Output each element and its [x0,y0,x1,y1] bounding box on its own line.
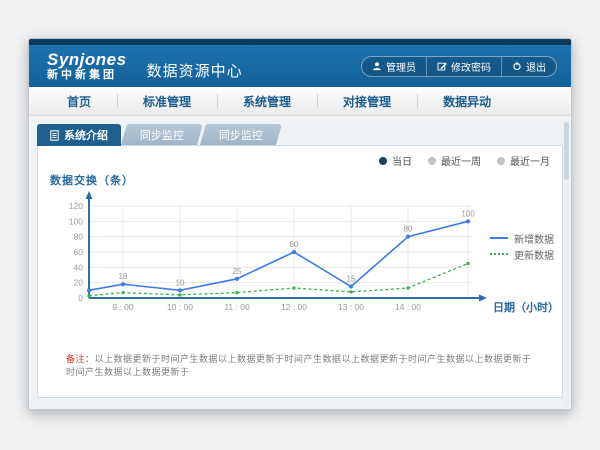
user-menu-item-1[interactable]: 修改密码 [426,57,501,76]
vertical-scrollbar[interactable] [563,117,570,407]
svg-text:10: 10 [176,278,185,287]
svg-text:9 : 00: 9 : 00 [112,302,134,312]
svg-text:12 : 00: 12 : 00 [281,302,307,312]
svg-text:13 : 00: 13 : 00 [338,302,364,312]
legend-item-0[interactable]: 新增数据 [490,230,554,246]
user-menu-item-2[interactable]: 退出 [501,57,556,76]
user-icon [372,61,382,71]
edit-icon [437,61,447,71]
svg-text:80: 80 [404,225,413,234]
brand-logo: Synjones 新中新集团 [47,51,127,81]
tab-1[interactable]: 同步监控 [121,124,203,145]
svg-text:100: 100 [69,216,83,226]
line-chart: 0 20 40 60 80 100 120 9 : 00 10 : 00 11 : 00 12 : … [38,186,558,321]
svg-text:100: 100 [461,209,475,218]
svg-text:日期（小时）: 日期（小时） [493,300,558,314]
svg-text:10 : 00: 10 : 00 [167,302,193,312]
page-title: 数据资源中心 [147,60,243,81]
svg-text:40: 40 [74,262,84,272]
nav-item-3[interactable]: 对接管理 [317,87,417,115]
svg-text:20: 20 [74,278,84,288]
radio-0[interactable]: 当日 [379,153,412,168]
svg-text:60: 60 [74,247,84,257]
radio-2[interactable]: 最近一月 [497,153,550,168]
content-area: 系统介绍同步监控同步监控 当日最近一周最近一月 数据交换（条） 02040608… [29,116,571,410]
radio-1[interactable]: 最近一周 [428,153,481,168]
svg-text:18: 18 [119,272,128,281]
tab-0[interactable]: 系统介绍 [37,124,121,146]
svg-text:15: 15 [347,275,356,284]
footer-note: 备注：以上数据更新于时间产生数据以上数据更新于时间产生数据以上数据更新于时间产生… [66,352,538,378]
nav-item-0[interactable]: 首页 [41,87,117,115]
legend-swatch [490,237,508,239]
radio-dot [497,157,505,165]
tab-bar: 系统介绍同步监控同步监控 [37,124,563,145]
radio-dot [379,157,387,165]
brand-name: Synjones [47,51,127,68]
app-window: Synjones 新中新集团 数据资源中心 管理员修改密码退出 首页标准管理系统… [28,38,572,410]
nav-item-1[interactable]: 标准管理 [117,87,217,115]
legend-item-1[interactable]: 更新数据 [490,246,554,262]
doc-icon [50,130,59,141]
svg-text:120: 120 [69,201,83,211]
tab-2[interactable]: 同步监控 [200,124,282,145]
user-menu: 管理员修改密码退出 [361,56,557,77]
svg-text:0: 0 [78,293,83,303]
note-label: 备注： [66,354,95,364]
user-menu-item-0[interactable]: 管理员 [362,57,426,76]
svg-text:25: 25 [233,267,242,276]
note-text: 以上数据更新于时间产生数据以上数据更新于时间产生数据以上数据更新于时间产生数据以… [66,354,532,377]
radio-dot [428,157,436,165]
main-nav: 首页标准管理系统管理对接管理数据异动 [29,87,571,116]
power-icon [512,61,522,71]
svg-text:60: 60 [290,240,299,249]
nav-item-4[interactable]: 数据异动 [417,87,517,115]
chart-panel: 当日最近一周最近一月 数据交换（条） 0204060801001209 : 00… [37,145,563,398]
svg-text:80: 80 [74,232,84,242]
svg-text:11 : 00: 11 : 00 [224,302,250,312]
svg-text:14 : 00: 14 : 00 [395,302,421,312]
company-name: 新中新集团 [47,70,127,81]
scrollbar-thumb[interactable] [564,122,569,180]
desktop-background: Synjones 新中新集团 数据资源中心 管理员修改密码退出 首页标准管理系统… [0,0,600,450]
nav-item-2[interactable]: 系统管理 [217,87,317,115]
app-header: Synjones 新中新集团 数据资源中心 管理员修改密码退出 [29,45,571,87]
legend-swatch [490,253,508,255]
time-range-radios: 当日 最近一周 最近一月 [379,153,550,168]
chart-legend: 新增数据更新数据 [490,230,554,262]
